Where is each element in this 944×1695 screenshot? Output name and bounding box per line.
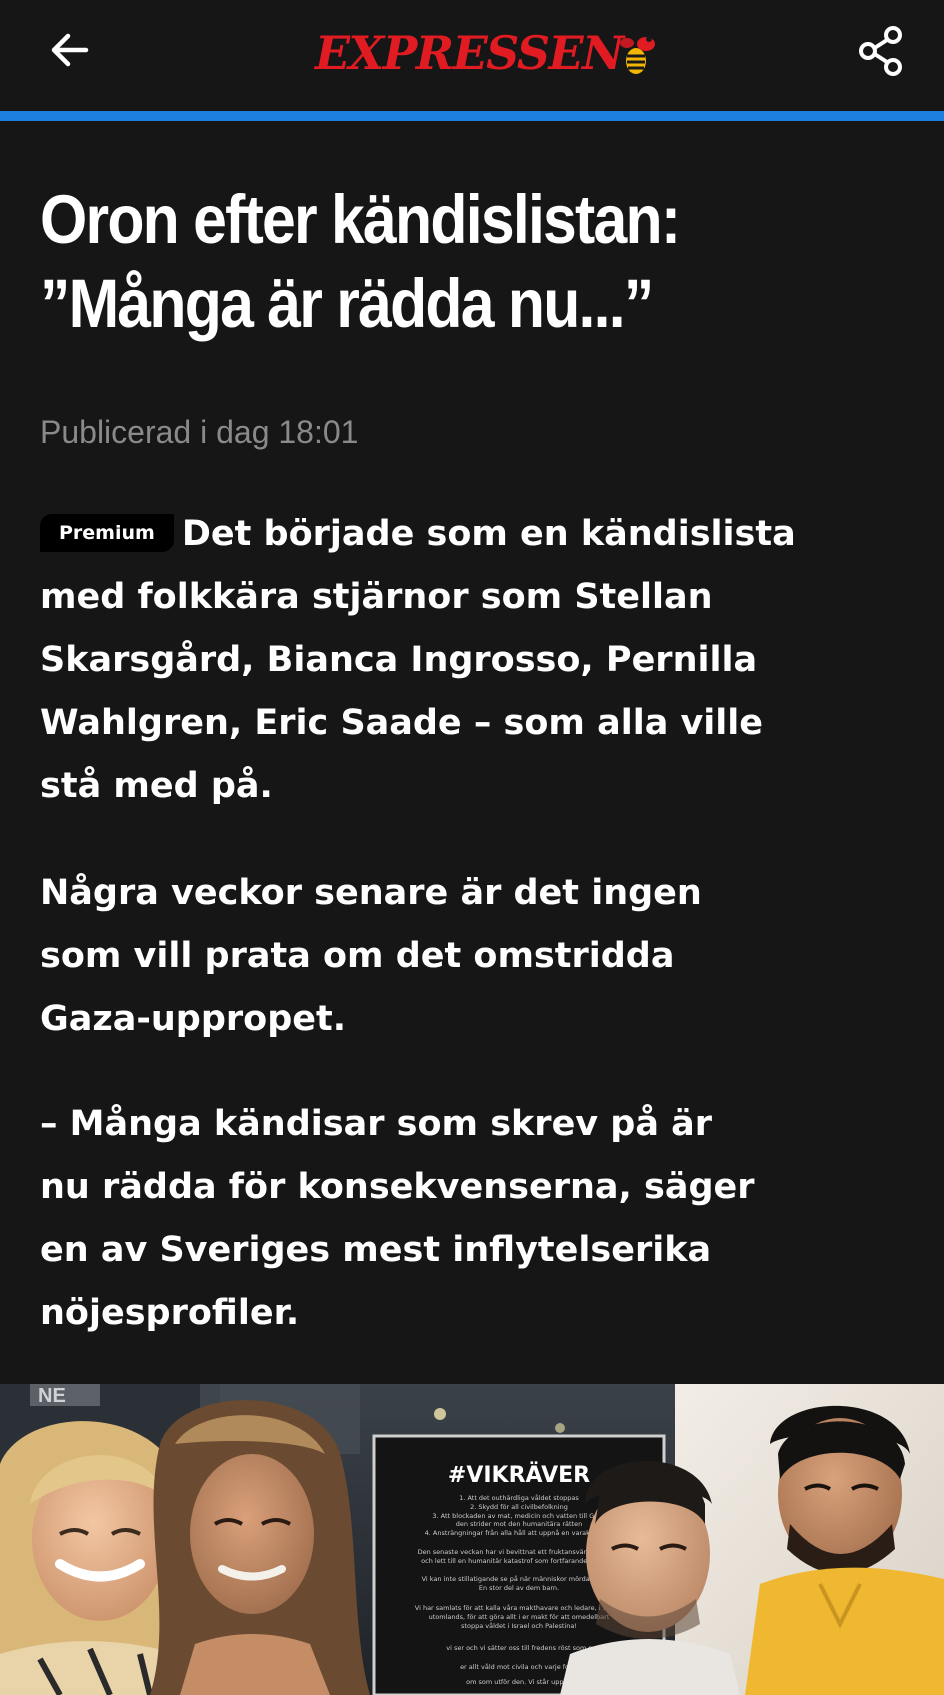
poster-text: stoppa våldet i Israel och Palestina!: [461, 1621, 577, 1630]
background-sign-text: NE: [38, 1385, 66, 1407]
article-lead-paragraph: Premium Det började som en kändislista me…: [40, 503, 920, 818]
app-header: EXPRESSEN: [0, 0, 944, 121]
poster-text: En stor del av dem barn.: [479, 1584, 559, 1592]
paragraph-line: Gaza-uppropet.: [40, 999, 347, 1039]
paragraph-line: nu rädda för konsekvenserna, säger: [40, 1167, 755, 1207]
poster-text: utomlands, för att göra allt i er makt f…: [429, 1613, 610, 1621]
paragraph-line: stå med på.: [40, 766, 273, 806]
published-timestamp: Publicerad i dag 18:01: [40, 414, 359, 450]
poster-text: 4. Ansträngningar från alla håll att upp…: [425, 1528, 614, 1537]
paragraph-line: Skarsgård, Bianca Ingrosso, Pernilla: [40, 640, 758, 680]
share-icon: [859, 26, 902, 76]
brand-name: EXPRESSEN: [315, 26, 624, 80]
poster-text: Vi kan inte stillatigande se på när männ…: [422, 1574, 617, 1583]
paragraph-line: nöjesprofiler.: [40, 1293, 300, 1333]
paragraph-line: som vill prata om det omstridda: [40, 936, 675, 976]
poster-text: vi ser och vi sätter oss till fredens rö…: [446, 1644, 592, 1652]
share-button[interactable]: [848, 18, 914, 84]
header-accent-bar: [0, 111, 944, 121]
premium-badge: Premium: [40, 514, 174, 552]
poster-text: om som utför den. Vi står upp m: [466, 1677, 572, 1686]
article-paragraph: – Många kändisar som skrev på är nu rädd…: [40, 1093, 920, 1345]
article-hero-image[interactable]: NE #VIKRÄVER 1. Att det outhärdliga våld…: [0, 1384, 944, 1695]
expressen-logo[interactable]: EXPRESSEN: [315, 18, 659, 88]
photo-collage: NE #VIKRÄVER 1. Att det outhärdliga våld…: [0, 1384, 944, 1695]
article-paragraph: Några veckor senare är det ingen som vil…: [40, 862, 920, 1051]
paragraph-line: Några veckor senare är det ingen: [40, 873, 702, 913]
arrow-left-icon: [51, 33, 89, 67]
poster-text: 3. Att blockaden av mat, medicin och vat…: [432, 1512, 605, 1520]
poster-text: 2. Skydd för all civilbefolkning: [470, 1503, 568, 1511]
poster-text: 1. Att det outhärdliga våldet stoppas: [459, 1493, 579, 1502]
poster-text: Vi har samlats för att kalla våra maktha…: [415, 1603, 623, 1612]
headline-line: Oron efter kändislistan:: [40, 181, 681, 258]
poster-title: #VIKRÄVER: [448, 1462, 590, 1488]
paragraph-line: Wahlgren, Eric Saade – som alla ville: [40, 703, 764, 743]
back-button[interactable]: [40, 20, 100, 80]
wasp-emblem-icon: [619, 36, 655, 74]
headline-line: ”Många är rädda nu...”: [40, 265, 654, 342]
paragraph-line: med folkkära stjärnor som Stellan: [40, 577, 713, 617]
paragraph-line: en av Sveriges mest inflytelserika: [40, 1230, 712, 1270]
paragraph-line: – Många kändisar som skrev på är: [40, 1104, 713, 1144]
article-headline: Oron efter kändislistan: ”Många är rädda…: [40, 178, 806, 346]
poster-text: er allt våld mot civila och varje form: [460, 1662, 578, 1671]
paragraph-line: Premium Det började som en kändislista: [40, 503, 920, 566]
poster-text: den strider mot den humanitära rätten: [456, 1520, 582, 1528]
paragraph-line-text: Det började som en kändislista: [181, 514, 796, 554]
